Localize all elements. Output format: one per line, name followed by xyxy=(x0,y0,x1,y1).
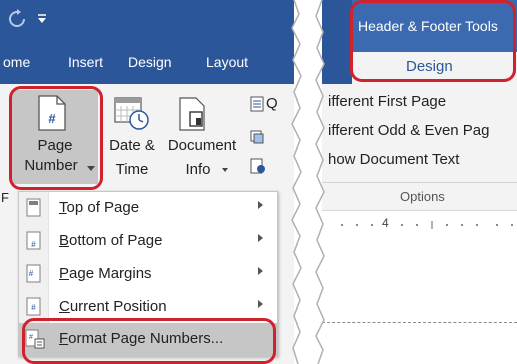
menu-item-label: Current Position xyxy=(59,298,167,315)
ruler-number: 4 xyxy=(382,216,389,230)
svg-text:#: # xyxy=(29,269,34,278)
ruler-ticks xyxy=(341,221,513,229)
menu-item-bottom-of-page[interactable]: # Bottom of Page xyxy=(19,225,277,258)
menu-item-page-margins[interactable]: # Page Margins xyxy=(19,258,277,291)
top-of-page-icon xyxy=(26,198,41,217)
ribbon-tabs: ome Insert Design Layout xyxy=(0,44,294,84)
date-time-icon xyxy=(114,97,149,130)
tab-layout[interactable]: Layout xyxy=(206,54,248,70)
option-different-first-page[interactable]: ifferent First Page xyxy=(328,93,446,110)
header-footer-tools-callout xyxy=(350,0,516,82)
submenu-arrow-icon xyxy=(258,300,263,308)
page-margins-icon: # xyxy=(26,264,41,283)
customize-quick-access-icon[interactable] xyxy=(36,13,48,25)
ruler-label: F xyxy=(1,190,9,205)
document-info-label-line1[interactable]: Document xyxy=(160,137,244,154)
bottom-of-page-icon: # xyxy=(26,231,41,250)
svg-text:#: # xyxy=(31,240,36,249)
header-footer-tools-panel: Header & Footer Tools Design ifferent Fi… xyxy=(322,0,517,364)
current-position-icon: # xyxy=(26,297,41,316)
menu-item-label: Top of Page xyxy=(59,199,140,216)
document-page xyxy=(322,240,517,364)
menu-item-label: Page Margins xyxy=(59,265,152,282)
option-show-document-text[interactable]: how Document Text xyxy=(328,151,459,168)
quick-parts-icon[interactable] xyxy=(250,96,264,112)
horizontal-ruler: 4 xyxy=(322,210,517,241)
date-time-label-line1[interactable]: Date & xyxy=(104,137,160,154)
page-number-callout xyxy=(9,86,103,190)
menu-item-label: Bottom of Page xyxy=(59,232,163,249)
format-page-numbers-callout xyxy=(22,318,276,364)
svg-text:#: # xyxy=(31,303,36,312)
footer-boundary-line xyxy=(322,322,517,323)
submenu-arrow-icon xyxy=(258,201,263,209)
option-different-odd-even-pages[interactable]: ifferent Odd & Even Pag xyxy=(328,122,490,139)
torn-edge-divider xyxy=(291,0,325,364)
document-info-label-line2[interactable]: Info xyxy=(176,161,220,178)
group-separator xyxy=(322,182,517,183)
signature-line-icon[interactable] xyxy=(250,158,266,174)
chevron-down-icon xyxy=(222,168,228,172)
document-info-icon xyxy=(179,97,205,131)
quick-parts-label[interactable]: Q xyxy=(266,95,278,112)
quick-access-toolbar xyxy=(0,0,294,44)
options-group-label: Options xyxy=(400,189,445,204)
menu-item-top-of-page[interactable]: Top of Page xyxy=(19,192,277,225)
tab-home[interactable]: ome xyxy=(3,54,30,70)
submenu-arrow-icon xyxy=(258,234,263,242)
tab-insert[interactable]: Insert xyxy=(68,54,103,70)
wordart-icon[interactable] xyxy=(250,128,264,144)
redo-icon[interactable] xyxy=(7,9,27,29)
tab-design[interactable]: Design xyxy=(128,54,172,70)
submenu-arrow-icon xyxy=(258,267,263,275)
date-time-label-line2[interactable]: Time xyxy=(104,161,160,178)
word-insert-ribbon-panel: ome Insert Design Layout # Page Number D… xyxy=(0,0,294,364)
